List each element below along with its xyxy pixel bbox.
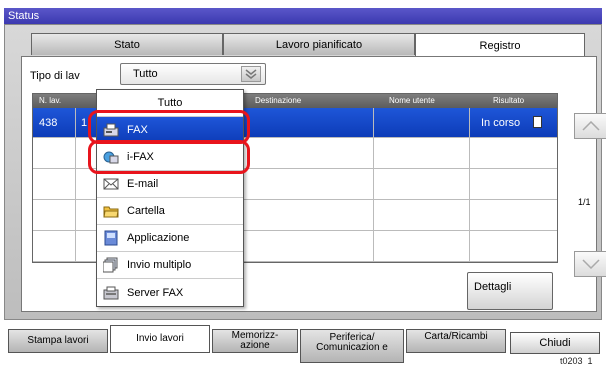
scroll-down-button[interactable] — [574, 251, 606, 277]
dropdown-item-application[interactable]: Applicazione — [97, 225, 243, 252]
details-label: Dettagli — [474, 281, 512, 293]
column-divider — [469, 108, 470, 262]
multi-send-icon — [103, 257, 119, 273]
job-type-value: Tutto — [133, 68, 158, 80]
details-button[interactable]: Dettagli — [467, 272, 553, 310]
job-result: In corso — [481, 117, 521, 129]
server-fax-icon — [103, 285, 119, 301]
chevron-up-icon — [582, 121, 600, 131]
figure-id: t0203_1 — [560, 356, 593, 365]
job-number: 438 — [39, 117, 58, 129]
dropdown-item-label: Tutto — [157, 97, 183, 109]
window-title-bar: Status — [4, 8, 602, 24]
column-divider — [373, 108, 374, 262]
job-type-label: Tipo di lav — [30, 70, 80, 82]
dropdown-item-folder[interactable]: Cartella — [97, 198, 243, 225]
close-button[interactable]: Chiudi — [510, 332, 600, 354]
dropdown-item-label: Server FAX — [127, 286, 184, 299]
close-label: Chiudi — [539, 337, 571, 349]
page-indicator: 1/1 — [578, 197, 591, 207]
dropdown-item-server-fax[interactable]: Server FAX — [97, 279, 243, 306]
dropdown-item-label: Invio multiplo — [127, 259, 192, 271]
tab-label: Stato — [114, 38, 140, 51]
tab-registro[interactable]: Registro — [415, 33, 585, 57]
highlight-ring-ifax — [88, 140, 250, 174]
dropdown-item-label: Cartella — [127, 205, 165, 217]
tab-stato[interactable]: Stato — [31, 33, 223, 55]
email-icon — [103, 176, 119, 192]
column-header-user-name: Nome utente — [389, 96, 435, 105]
bottom-tab-send-jobs[interactable]: Invio lavori — [110, 325, 210, 353]
highlight-ring-fax — [88, 110, 250, 144]
column-divider — [75, 108, 76, 262]
dropdown-item-multi-send[interactable]: Invio multiplo — [97, 252, 243, 279]
tab-label: Invio lavori — [136, 333, 184, 344]
bottom-tab-storage[interactable]: Memorizz- azione — [212, 329, 298, 353]
status-indicator — [533, 116, 542, 128]
tab-label: Periferica/ Comunicazion e — [316, 332, 388, 353]
scroll-up-button[interactable] — [574, 113, 606, 139]
scroll-area: 1/1 — [564, 93, 606, 279]
tab-label: Stampa lavori — [27, 335, 89, 346]
bottom-tab-paper-supplies[interactable]: Carta/Ricambi — [406, 329, 506, 353]
column-header-destination: Destinazione — [255, 96, 302, 105]
column-header-job-number: N. lav. — [39, 96, 62, 105]
column-header-result: Risultato — [493, 96, 525, 105]
window-title: Status — [8, 10, 40, 22]
chevron-down-icon[interactable] — [241, 66, 261, 82]
tab-label: Memorizz- azione — [231, 330, 279, 351]
tab-label: Carta/Ricambi — [424, 331, 488, 342]
job-number-cont: 1 — [81, 117, 88, 129]
dropdown-item-label: E-mail — [127, 178, 159, 190]
application-icon — [103, 230, 119, 246]
folder-icon — [103, 203, 119, 219]
tab-label: Lavoro pianificato — [275, 38, 363, 51]
bottom-tab-print-jobs[interactable]: Stampa lavori — [8, 329, 108, 353]
dropdown-item-email[interactable]: E-mail — [97, 171, 243, 198]
bottom-tab-device-communication[interactable]: Periferica/ Comunicazion e — [300, 329, 404, 363]
tab-lavoro-pianificato[interactable]: Lavoro pianificato — [223, 33, 415, 55]
dropdown-item-label: Applicazione — [127, 232, 190, 244]
chevron-down-icon — [582, 259, 600, 269]
job-type-select[interactable]: Tutto — [120, 63, 266, 85]
tab-label: Registro — [479, 39, 521, 52]
